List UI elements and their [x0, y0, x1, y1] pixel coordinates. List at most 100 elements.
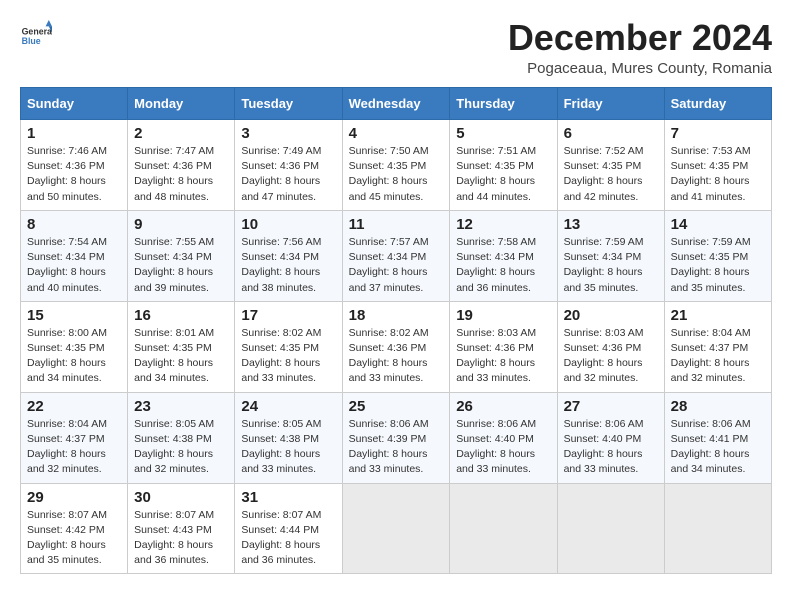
- day-detail: Sunrise: 7:56 AMSunset: 4:34 PMDaylight:…: [241, 235, 335, 296]
- day-detail: Sunrise: 8:07 AMSunset: 4:42 PMDaylight:…: [27, 508, 121, 569]
- day-number: 8: [27, 216, 121, 233]
- day-detail: Sunrise: 7:49 AMSunset: 4:36 PMDaylight:…: [241, 144, 335, 205]
- day-number: 22: [27, 398, 121, 415]
- calendar-cell: 9 Sunrise: 7:55 AMSunset: 4:34 PMDaylight…: [128, 210, 235, 301]
- day-number: 12: [456, 216, 550, 233]
- day-detail: Sunrise: 7:51 AMSunset: 4:35 PMDaylight:…: [456, 144, 550, 205]
- day-number: 6: [564, 125, 658, 142]
- day-number: 25: [349, 398, 444, 415]
- calendar-cell: 3 Sunrise: 7:49 AMSunset: 4:36 PMDaylight…: [235, 120, 342, 211]
- calendar-cell: 6Sunrise: 7:52 AMSunset: 4:35 PMDaylight…: [557, 120, 664, 211]
- day-detail: Sunrise: 8:02 AMSunset: 4:36 PMDaylight:…: [349, 326, 444, 387]
- day-number: 20: [564, 307, 658, 324]
- day-number: 23: [134, 398, 228, 415]
- calendar-week-row: 1Sunrise: 7:46 AMSunset: 4:36 PMDaylight…: [21, 120, 772, 211]
- day-number: 24: [241, 398, 335, 415]
- day-detail: Sunrise: 8:06 AMSunset: 4:40 PMDaylight:…: [456, 417, 550, 478]
- calendar-table: SundayMondayTuesdayWednesdayThursdayFrid…: [20, 87, 772, 574]
- day-number: 31: [241, 489, 335, 506]
- day-detail: Sunrise: 8:04 AMSunset: 4:37 PMDaylight:…: [27, 417, 121, 478]
- day-detail: Sunrise: 7:59 AMSunset: 4:35 PMDaylight:…: [671, 235, 765, 296]
- calendar-cell: 28Sunrise: 8:06 AMSunset: 4:41 PMDayligh…: [664, 392, 771, 483]
- calendar-cell: 29 Sunrise: 8:07 AMSunset: 4:42 PMDayligh…: [21, 483, 128, 574]
- calendar-cell: 23 Sunrise: 8:05 AMSunset: 4:38 PMDayligh…: [128, 392, 235, 483]
- calendar-cell: 30 Sunrise: 8:07 AMSunset: 4:43 PMDayligh…: [128, 483, 235, 574]
- weekday-header: Wednesday: [342, 88, 450, 120]
- day-detail: Sunrise: 7:47 AMSunset: 4:36 PMDaylight:…: [134, 144, 228, 205]
- day-detail: Sunrise: 8:04 AMSunset: 4:37 PMDaylight:…: [671, 326, 765, 387]
- calendar-cell: [664, 483, 771, 574]
- day-number: 13: [564, 216, 658, 233]
- day-number: 21: [671, 307, 765, 324]
- day-detail: Sunrise: 7:46 AMSunset: 4:36 PMDaylight:…: [27, 144, 121, 205]
- day-number: 18: [349, 307, 444, 324]
- day-detail: Sunrise: 8:03 AMSunset: 4:36 PMDaylight:…: [456, 326, 550, 387]
- calendar-cell: 20 Sunrise: 8:03 AMSunset: 4:36 PMDayligh…: [557, 301, 664, 392]
- calendar-cell: 8 Sunrise: 7:54 AMSunset: 4:34 PMDaylight…: [21, 210, 128, 301]
- weekday-header: Sunday: [21, 88, 128, 120]
- title-block: December 2024 Pogaceaua, Mures County, R…: [508, 20, 772, 77]
- day-detail: Sunrise: 7:58 AMSunset: 4:34 PMDaylight:…: [456, 235, 550, 296]
- day-detail: Sunrise: 8:07 AMSunset: 4:43 PMDaylight:…: [134, 508, 228, 569]
- calendar-cell: 11 Sunrise: 7:57 AMSunset: 4:34 PMDayligh…: [342, 210, 450, 301]
- weekday-header: Friday: [557, 88, 664, 120]
- day-number: 10: [241, 216, 335, 233]
- page-header: General Blue December 2024 Pogaceaua, Mu…: [20, 20, 772, 77]
- calendar-cell: 21 Sunrise: 8:04 AMSunset: 4:37 PMDayligh…: [664, 301, 771, 392]
- calendar-cell: 5 Sunrise: 7:51 AMSunset: 4:35 PMDaylight…: [450, 120, 557, 211]
- day-number: 26: [456, 398, 550, 415]
- month-title: December 2024: [508, 20, 772, 56]
- calendar-cell: 24 Sunrise: 8:05 AMSunset: 4:38 PMDayligh…: [235, 392, 342, 483]
- day-detail: Sunrise: 8:02 AMSunset: 4:35 PMDaylight:…: [241, 326, 335, 387]
- day-number: 16: [134, 307, 228, 324]
- day-number: 29: [27, 489, 121, 506]
- calendar-cell: 26 Sunrise: 8:06 AMSunset: 4:40 PMDayligh…: [450, 392, 557, 483]
- day-detail: Sunrise: 7:53 AMSunset: 4:35 PMDaylight:…: [671, 144, 765, 205]
- calendar-cell: [557, 483, 664, 574]
- day-number: 2: [134, 125, 228, 142]
- calendar-cell: 22 Sunrise: 8:04 AMSunset: 4:37 PMDayligh…: [21, 392, 128, 483]
- weekday-header: Thursday: [450, 88, 557, 120]
- calendar-week-row: 29 Sunrise: 8:07 AMSunset: 4:42 PMDayligh…: [21, 483, 772, 574]
- calendar-cell: 27Sunrise: 8:06 AMSunset: 4:40 PMDayligh…: [557, 392, 664, 483]
- day-detail: Sunrise: 8:07 AMSunset: 4:44 PMDaylight:…: [241, 508, 335, 569]
- weekday-header: Monday: [128, 88, 235, 120]
- calendar-cell: 10 Sunrise: 7:56 AMSunset: 4:34 PMDayligh…: [235, 210, 342, 301]
- calendar-cell: 7Sunrise: 7:53 AMSunset: 4:35 PMDaylight…: [664, 120, 771, 211]
- logo: General Blue: [20, 20, 56, 52]
- day-number: 14: [671, 216, 765, 233]
- day-number: 15: [27, 307, 121, 324]
- calendar-cell: 2 Sunrise: 7:47 AMSunset: 4:36 PMDaylight…: [128, 120, 235, 211]
- day-detail: Sunrise: 8:01 AMSunset: 4:35 PMDaylight:…: [134, 326, 228, 387]
- day-number: 11: [349, 216, 444, 233]
- day-detail: Sunrise: 8:05 AMSunset: 4:38 PMDaylight:…: [241, 417, 335, 478]
- day-detail: Sunrise: 8:05 AMSunset: 4:38 PMDaylight:…: [134, 417, 228, 478]
- day-number: 3: [241, 125, 335, 142]
- day-detail: Sunrise: 8:06 AMSunset: 4:39 PMDaylight:…: [349, 417, 444, 478]
- calendar-cell: 31 Sunrise: 8:07 AMSunset: 4:44 PMDayligh…: [235, 483, 342, 574]
- day-number: 5: [456, 125, 550, 142]
- day-detail: Sunrise: 7:50 AMSunset: 4:35 PMDaylight:…: [349, 144, 444, 205]
- day-detail: Sunrise: 7:55 AMSunset: 4:34 PMDaylight:…: [134, 235, 228, 296]
- day-detail: Sunrise: 7:59 AMSunset: 4:34 PMDaylight:…: [564, 235, 658, 296]
- logo-icon: General Blue: [20, 20, 52, 52]
- calendar-cell: 14 Sunrise: 7:59 AMSunset: 4:35 PMDayligh…: [664, 210, 771, 301]
- svg-text:General: General: [22, 26, 52, 36]
- day-detail: Sunrise: 8:03 AMSunset: 4:36 PMDaylight:…: [564, 326, 658, 387]
- day-number: 28: [671, 398, 765, 415]
- day-detail: Sunrise: 7:57 AMSunset: 4:34 PMDaylight:…: [349, 235, 444, 296]
- day-number: 27: [564, 398, 658, 415]
- calendar-week-row: 22 Sunrise: 8:04 AMSunset: 4:37 PMDayligh…: [21, 392, 772, 483]
- calendar-cell: 13 Sunrise: 7:59 AMSunset: 4:34 PMDayligh…: [557, 210, 664, 301]
- day-number: 9: [134, 216, 228, 233]
- day-detail: Sunrise: 7:54 AMSunset: 4:34 PMDaylight:…: [27, 235, 121, 296]
- calendar-cell: 17 Sunrise: 8:02 AMSunset: 4:35 PMDayligh…: [235, 301, 342, 392]
- weekday-header: Saturday: [664, 88, 771, 120]
- day-number: 19: [456, 307, 550, 324]
- calendar-cell: 16 Sunrise: 8:01 AMSunset: 4:35 PMDayligh…: [128, 301, 235, 392]
- calendar-week-row: 8 Sunrise: 7:54 AMSunset: 4:34 PMDaylight…: [21, 210, 772, 301]
- weekday-header: Tuesday: [235, 88, 342, 120]
- calendar-body: 1Sunrise: 7:46 AMSunset: 4:36 PMDaylight…: [21, 120, 772, 574]
- day-number: 30: [134, 489, 228, 506]
- day-number: 17: [241, 307, 335, 324]
